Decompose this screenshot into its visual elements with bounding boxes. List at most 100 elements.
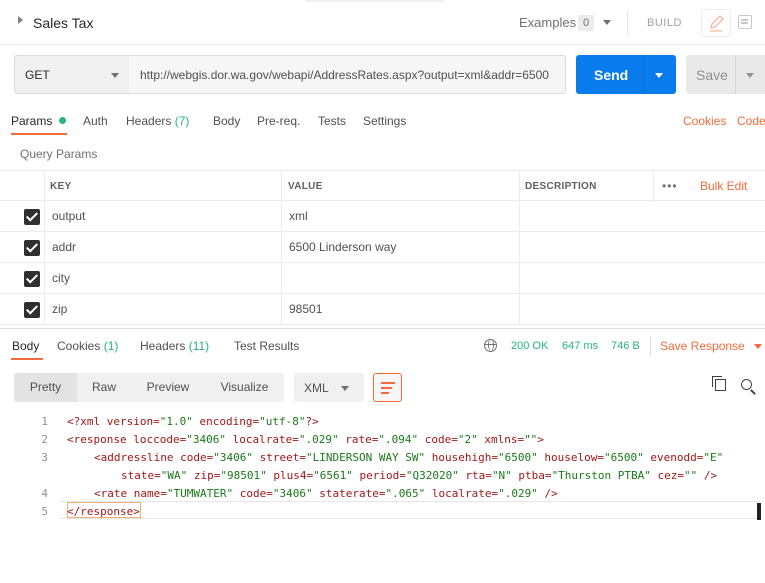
tab-auth[interactable]: Auth [83,114,108,128]
tab-settings[interactable]: Settings [363,114,406,128]
save-response-button[interactable]: Save Response [660,339,745,353]
xml-attr: plus4= [266,469,314,482]
xml-attr: encoding= [192,415,260,428]
row-checkbox[interactable] [24,271,40,287]
xml-value: "3406" [186,433,226,446]
method-chevron-down-icon [111,73,119,78]
response-size[interactable]: 746 B [611,340,640,352]
xml-declaration: <?xml [67,415,101,428]
url-input[interactable]: http://webgis.dor.wa.gov/webapi/AddressR… [129,55,566,94]
line-number: 1 [41,415,48,428]
row-checkbox[interactable] [24,209,40,225]
save-response-chevron-down-icon[interactable] [754,344,762,349]
xml-attr: rta= [458,469,492,482]
xml-attr: zip= [187,469,221,482]
method-select[interactable]: GET [14,55,130,94]
row-checkbox[interactable] [24,302,40,318]
xml-attr: househigh= [425,451,499,464]
tab-headers[interactable]: Headers (7) [126,114,189,128]
wrap-icon-line [381,387,392,389]
url-text: http://webgis.dor.wa.gov/webapi/AddressR… [140,68,549,82]
xml-tag: <response [67,433,127,446]
code-line: <response loccode="3406" localrate=".029… [67,433,544,446]
bulk-edit-link[interactable]: Bulk Edit [700,179,747,193]
visualize-button[interactable]: Visualize [205,373,284,402]
tab-params[interactable]: Params [11,114,52,128]
documentation-icon[interactable] [738,15,752,29]
xml-attr: period= [352,469,406,482]
xml-attr: state= [121,469,161,482]
response-time[interactable]: 647 ms [562,340,598,352]
save-chevron-down-icon[interactable] [746,73,754,78]
expand-caret-icon[interactable] [18,16,23,24]
code-link[interactable]: Code [737,114,765,128]
param-value[interactable]: 6500 Linderson way [289,240,396,254]
param-key[interactable]: output [52,209,85,223]
code-line-wrapped: state="WA" zip="98501" plus4="6561" peri… [121,469,717,482]
pretty-button[interactable]: Pretty [14,373,77,402]
wrap-lines-button[interactable] [373,373,402,402]
xml-attr: street= [252,451,306,464]
send-label: Send [594,67,629,83]
key-column-header: KEY [50,181,72,192]
tab-response-body[interactable]: Body [12,339,39,353]
column-divider [519,171,520,202]
query-params-title: Query Params [20,147,98,161]
response-divider[interactable] [0,328,765,329]
column-divider [44,263,45,294]
column-divider [281,171,282,202]
value-column-header: VALUE [288,181,323,192]
xml-value: "Q32020" [405,469,459,482]
column-divider [281,232,282,263]
save-button[interactable]: Save [686,55,765,94]
status-code[interactable]: 200 OK [511,340,548,352]
tab-params-underline [11,133,67,135]
edit-button[interactable] [701,9,731,37]
param-value[interactable]: xml [289,209,308,223]
more-options-icon[interactable]: ••• [662,179,678,193]
copy-icon[interactable] [712,376,726,391]
send-chevron-down-icon[interactable] [655,73,663,78]
xml-value: "" [684,469,698,482]
xml-value: ".029" [498,487,538,500]
active-line-highlight [60,501,760,519]
xml-value: ".094" [378,433,419,446]
xml-value: "N" [491,469,512,482]
tab-response-cookies[interactable]: Cookies (1) [57,339,118,353]
status-divider [650,336,651,356]
examples-label[interactable]: Examples [519,15,576,30]
preview-button[interactable]: Preview [131,373,205,402]
column-divider [44,201,45,232]
xml-declaration-end: ?> [305,415,319,428]
format-select[interactable]: XML [294,373,364,402]
xml-value: "3406" [272,487,313,500]
request-header: Sales Tax Examples 0 BUILD [0,0,765,45]
tab-prereq[interactable]: Pre-req. [257,114,300,128]
build-label[interactable]: BUILD [647,17,682,29]
param-key[interactable]: zip [52,302,67,316]
xml-attr: houselow= [537,451,605,464]
globe-icon[interactable] [484,339,497,352]
row-checkbox[interactable] [24,240,40,256]
search-icon[interactable] [741,379,752,390]
tab-body[interactable]: Body [213,114,240,128]
tab-response-headers[interactable]: Headers (11) [140,339,209,353]
tab-test-results[interactable]: Test Results [234,339,299,353]
scrollbar-thumb[interactable] [757,503,761,520]
line-number: 4 [41,487,48,500]
param-key[interactable]: city [52,271,70,285]
raw-button[interactable]: Raw [77,373,131,402]
xml-tag-end: > [537,433,544,446]
xml-attr: version= [100,415,160,428]
tab-tests[interactable]: Tests [318,114,346,128]
examples-chevron-down-icon[interactable] [603,20,611,25]
xml-attr: ptba= [511,469,552,482]
cookies-link[interactable]: Cookies [683,114,726,128]
xml-tag: <rate [94,487,128,500]
xml-value: "E" [703,451,724,464]
param-key[interactable]: addr [52,240,76,254]
request-title[interactable]: Sales Tax [33,15,93,31]
param-value[interactable]: 98501 [289,302,322,316]
xml-value: "LINDERSON WAY SW" [305,451,426,464]
send-button[interactable]: Send [576,55,676,94]
